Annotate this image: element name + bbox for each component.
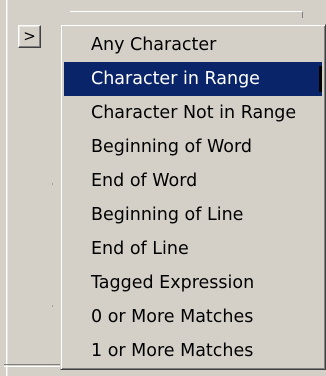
background-artifact [52, 305, 53, 307]
menu-item-label: Character Not in Range [91, 103, 297, 123]
menu-edge-mark [319, 66, 322, 92]
menu-item-one-or-more-matches[interactable]: 1 or More Matches [64, 334, 322, 368]
find-what-field-edge [70, 11, 303, 18]
regex-popup-menu: Any Character Character in Range Charact… [60, 24, 326, 370]
menu-item-label: Character in Range [91, 69, 260, 89]
background-artifact [52, 183, 53, 185]
menu-item-label: Beginning of Line [91, 205, 244, 225]
menu-item-label: 1 or More Matches [91, 341, 254, 361]
menu-item-end-of-word[interactable]: End of Word [64, 164, 322, 198]
menu-item-tagged-expression[interactable]: Tagged Expression [64, 266, 322, 300]
chevron-right-icon: > [23, 27, 36, 45]
regex-expand-button[interactable]: > [18, 25, 41, 48]
dialog-background: > Any Character Character in Range Chara… [0, 0, 326, 376]
menu-item-zero-or-more-matches[interactable]: 0 or More Matches [64, 300, 322, 334]
menu-item-end-of-line[interactable]: End of Line [64, 232, 322, 266]
menu-item-beginning-of-word[interactable]: Beginning of Word [64, 130, 322, 164]
menu-item-label: Tagged Expression [91, 273, 255, 293]
menu-item-label: Beginning of Word [91, 137, 252, 157]
menu-item-label: End of Word [91, 171, 198, 191]
menu-item-character-not-in-range[interactable]: Character Not in Range [64, 96, 322, 130]
menu-item-character-in-range[interactable]: Character in Range [64, 62, 322, 96]
dialog-edge-shade [7, 0, 8, 376]
menu-item-beginning-of-line[interactable]: Beginning of Line [64, 198, 322, 232]
menu-item-label: 0 or More Matches [91, 307, 254, 327]
menu-item-any-character[interactable]: Any Character [64, 28, 322, 62]
menu-item-label: Any Character [91, 35, 217, 55]
menu-item-label: End of Line [91, 239, 189, 259]
